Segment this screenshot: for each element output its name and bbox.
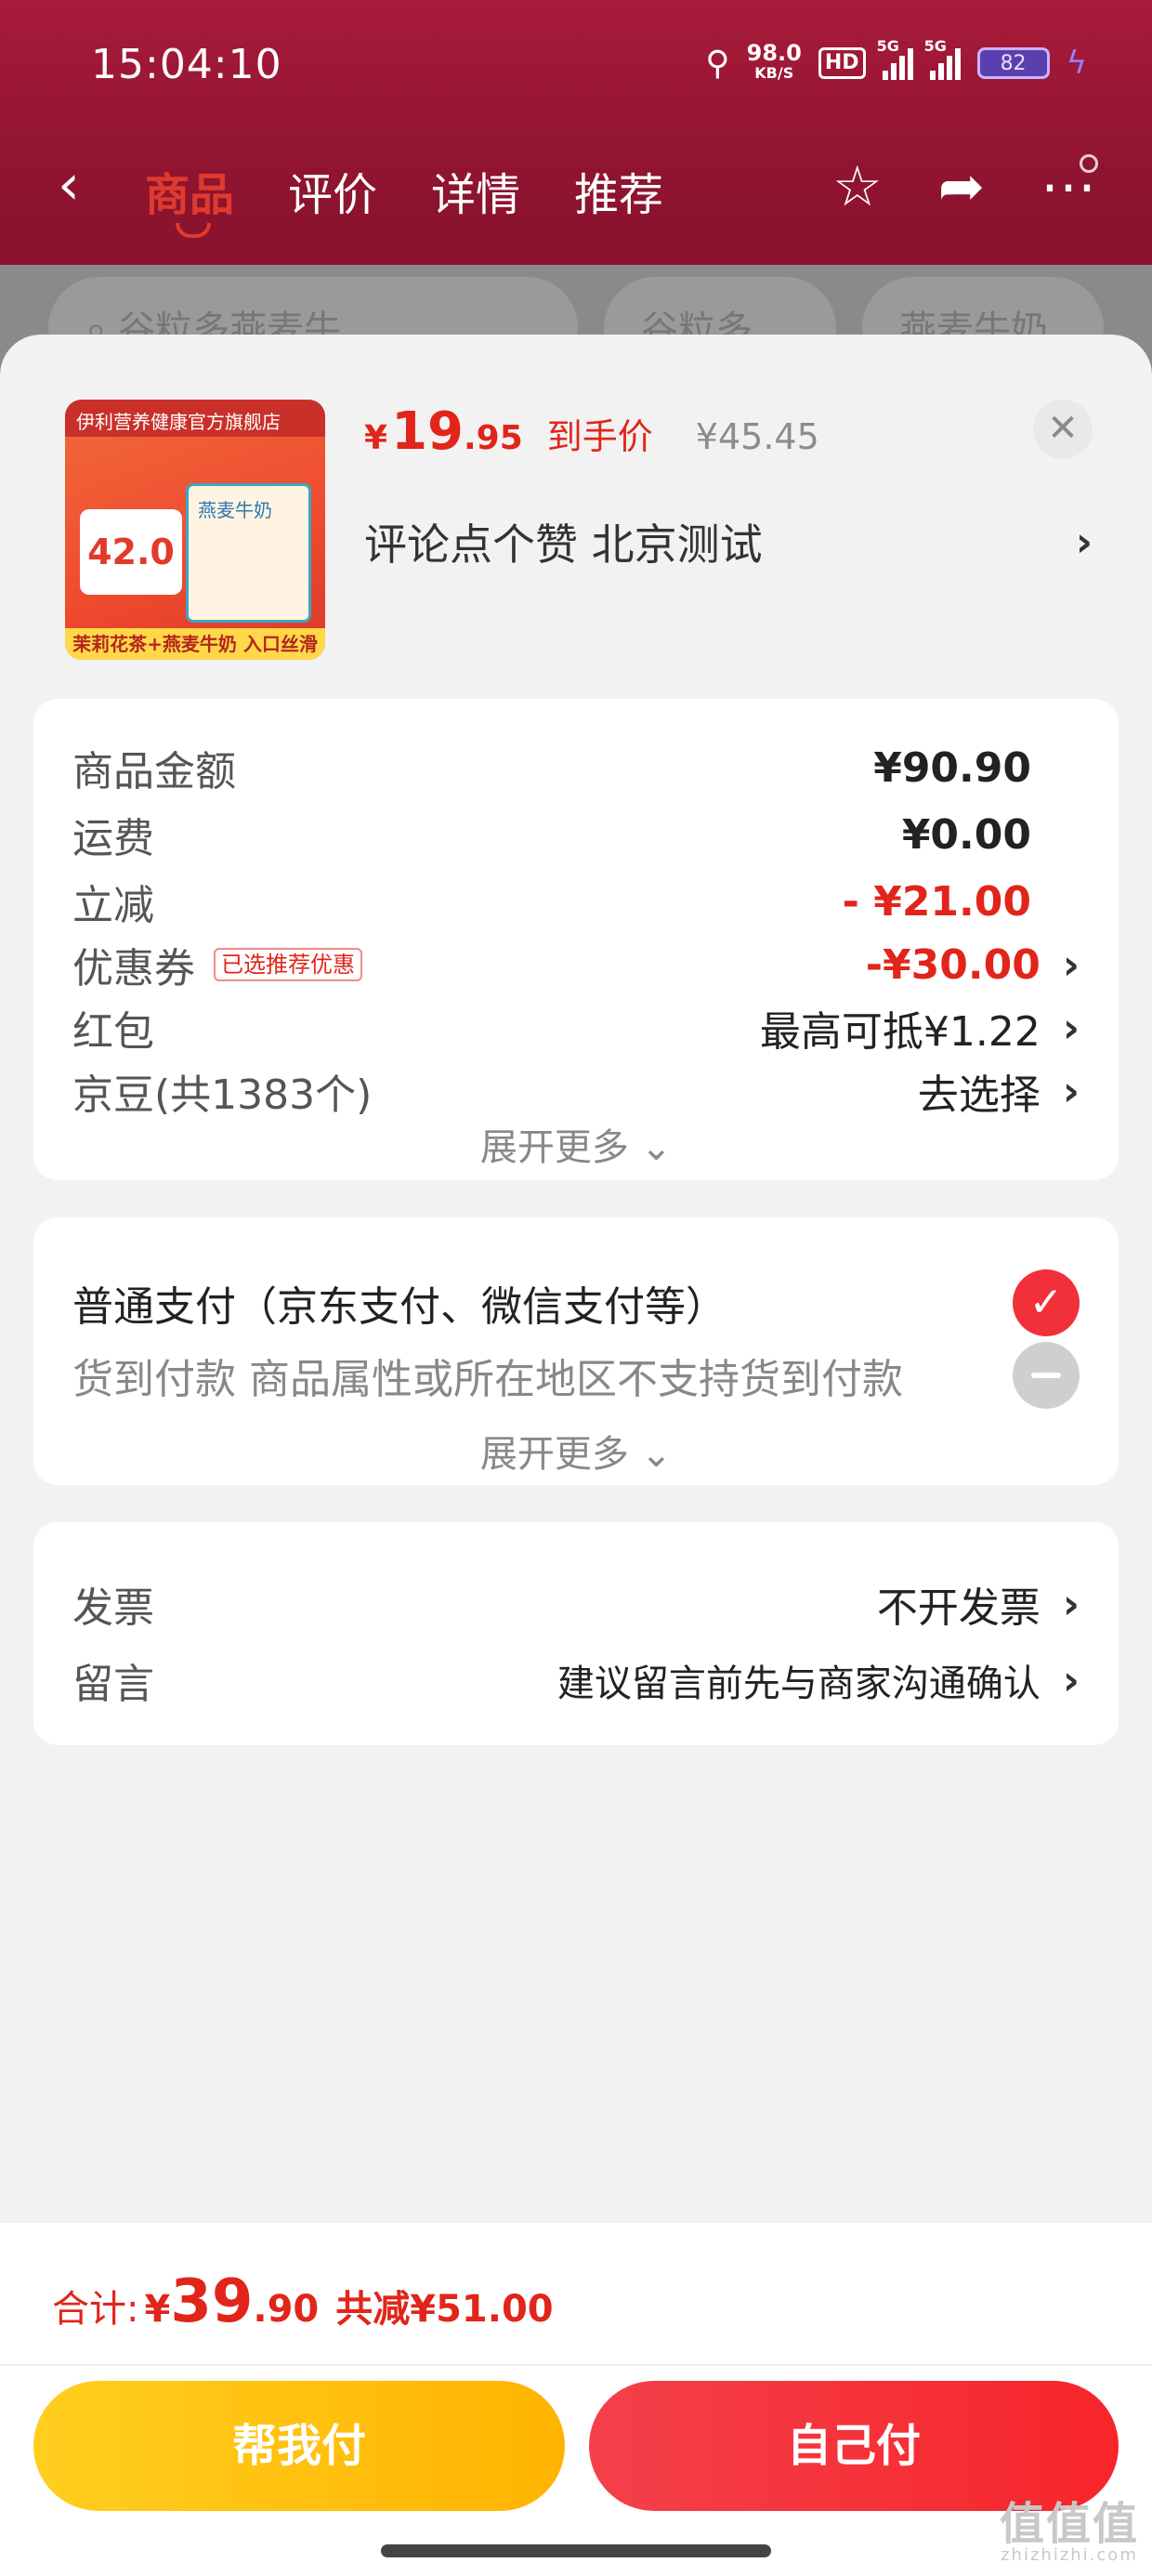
price-decimal: .95 [464, 419, 523, 457]
row-shipping: 运费 ¥0.00 [72, 797, 1080, 872]
pay-myself-button[interactable]: 自己付 [589, 2381, 1119, 2511]
signal-type-2: 5G [923, 37, 947, 55]
chevron-right-icon: › [1062, 940, 1080, 989]
chevron-right-icon: › [1062, 1004, 1080, 1052]
expand-more-button[interactable]: 展开更多 ⌄ [33, 1424, 1119, 1478]
row-goods-amount: 商品金额 ¥90.90 [72, 730, 1080, 805]
close-icon[interactable]: ✕ [1033, 400, 1093, 459]
note-input[interactable]: 建议留言前先与商家沟通确认 [557, 1653, 1041, 1707]
address-selector[interactable]: 评论点个赞 北京测试 › [364, 511, 1093, 572]
price-label: 到手价 [546, 416, 653, 457]
network-speed-value: 98.0 [746, 40, 802, 66]
product-nav-bar: ‹ 商品 评价 详情 推荐 ☆ ➦ ⋯ [0, 139, 1152, 242]
row-note[interactable]: 留言 建议留言前先与商家沟通确认 › [72, 1643, 1080, 1717]
nav-actions: ☆ ➦ ⋯ [832, 154, 1096, 219]
row-value: 最高可抵¥1.22 [759, 1008, 1041, 1056]
tab-reviews[interactable]: 评价 [288, 158, 377, 223]
watermark-logo: 值值值 zhizhizhi.com [1000, 2502, 1139, 2565]
row-label: 商品金额 [72, 748, 236, 795]
favorite-star-icon[interactable]: ☆ [832, 154, 883, 219]
checkout-footer: 合计: ¥ 39 .90 共减¥51.00 帮我付 自己付 值值值 zhizhi… [0, 2223, 1152, 2576]
total-line: 合计: ¥ 39 .90 共减¥51.00 [52, 2267, 554, 2336]
notification-dot-icon [1080, 154, 1098, 173]
chevron-right-icon: › [1062, 1656, 1080, 1704]
row-label: 运费 [72, 815, 154, 862]
coupon-tag: 已选推荐优惠 [214, 948, 362, 981]
row-value: 去选择 [917, 1071, 1041, 1119]
row-label: 红包 [72, 1008, 154, 1056]
row-value: 不开发票 [876, 1584, 1041, 1632]
row-value: - ¥21.00 [842, 877, 1031, 926]
price-currency: ¥ [364, 419, 388, 457]
row-value: ¥0.00 [901, 810, 1031, 859]
invoice-note-card: 发票 不开发票 › 留言 建议留言前先与商家沟通确认 › [33, 1522, 1119, 1745]
watermark-url: zhizhizhi.com [1001, 2545, 1138, 2565]
row-label: 优惠券 [72, 945, 195, 992]
network-speed-unit: KB/S [754, 64, 794, 82]
checked-icon[interactable]: ✓ [1013, 1269, 1080, 1336]
product-thumbnail[interactable]: 伊利营养健康官方旗舰店 42.0 燕麦牛奶 茉莉花茶+燕麦牛奶 入口丝滑 [65, 400, 325, 660]
footer-divider [0, 2364, 1152, 2366]
signal-type-1: 5G [876, 37, 899, 55]
product-header: 伊利营养健康官方旗舰店 42.0 燕麦牛奶 茉莉花茶+燕麦牛奶 入口丝滑 ¥ 1… [0, 335, 1152, 662]
chevron-right-icon: › [1075, 518, 1093, 566]
price-summary-card: 商品金额 ¥90.90 运费 ¥0.00 立减 - ¥21.00 优惠券 已选推… [33, 699, 1119, 1180]
thumbnail-product-box: 燕麦牛奶 [186, 483, 311, 623]
tab-recommend[interactable]: 推荐 [574, 158, 663, 223]
thumbnail-price: 42.0 [80, 509, 182, 595]
payment-cod-label: 货到付款 商品属性或所在地区不支持货到付款 [72, 1356, 903, 1403]
payment-normal-label: 普通支付（京东支付、微信支付等） [72, 1283, 727, 1331]
price-line: ¥ 19 .95 到手价 ¥45.45 [364, 401, 819, 462]
signal-icon-1: 5G [877, 37, 913, 80]
disabled-option-icon [1013, 1342, 1080, 1409]
charging-icon: ϟ [1066, 45, 1087, 82]
chevron-right-icon: › [1062, 1067, 1080, 1115]
pay-for-me-button[interactable]: 帮我付 [33, 2381, 565, 2511]
payment-method-card: 普通支付（京东支付、微信支付等） ✓ 货到付款 商品属性或所在地区不支持货到付款… [33, 1217, 1119, 1485]
status-bar: 15:04:10 ⚲ 98.0 KB/S HD 5G 5G 82 ϟ [0, 0, 1152, 139]
battery-icon: 82 [976, 47, 1050, 79]
row-value: -¥30.00 [865, 940, 1041, 989]
battery-level: 82 [1000, 51, 1027, 75]
price-integer: 19 [391, 401, 464, 462]
row-invoice[interactable]: 发票 不开发票 › [72, 1567, 1080, 1641]
total-label: 合计: [52, 2288, 139, 2331]
total-decimal: .90 [253, 2288, 320, 2331]
back-icon[interactable]: ‹ [58, 152, 80, 217]
payment-cod-option: 货到付款 商品属性或所在地区不支持货到付款 [72, 1338, 1080, 1413]
tab-product[interactable]: 商品 [145, 158, 234, 238]
row-label: 立减 [72, 882, 154, 929]
row-label-wrap: 优惠券 已选推荐优惠 [72, 935, 362, 994]
payment-normal-option[interactable]: 普通支付（京东支付、微信支付等） ✓ [72, 1266, 1080, 1340]
chevron-right-icon: › [1062, 1580, 1080, 1628]
row-value: ¥90.90 [873, 743, 1031, 792]
row-label: 发票 [72, 1584, 154, 1632]
watermark-text: 值值值 [999, 2498, 1139, 2550]
row-label: 京豆(共1383个) [72, 1071, 373, 1119]
location-icon: ⚲ [705, 44, 730, 83]
thumbnail-store-name: 伊利营养健康官方旗舰店 [65, 400, 325, 437]
status-icons: ⚲ 98.0 KB/S HD 5G 5G 82 ϟ [705, 37, 1087, 84]
total-savings: 共减¥51.00 [335, 2288, 554, 2331]
nav-tabs: 商品 评价 详情 推荐 [145, 158, 663, 238]
hd-voice-badge: HD [818, 47, 866, 79]
signal-icon-2: 5G [924, 37, 961, 80]
status-time: 15:04:10 [91, 41, 282, 88]
share-icon[interactable]: ➦ [938, 154, 985, 219]
total-integer: 39 [170, 2267, 254, 2336]
expand-more-button[interactable]: 展开更多 ⌄ [33, 1117, 1119, 1171]
address-text: 评论点个赞 北京测试 [364, 519, 763, 570]
row-label: 留言 [72, 1661, 154, 1708]
thumbnail-slogan: 茉莉花茶+燕麦牛奶 入口丝滑 [65, 628, 325, 660]
network-speed: 98.0 KB/S [746, 40, 802, 84]
total-currency: ¥ [144, 2288, 171, 2331]
original-price: ¥45.45 [695, 416, 819, 457]
home-indicator[interactable] [381, 2544, 771, 2557]
tab-details[interactable]: 详情 [431, 158, 520, 223]
